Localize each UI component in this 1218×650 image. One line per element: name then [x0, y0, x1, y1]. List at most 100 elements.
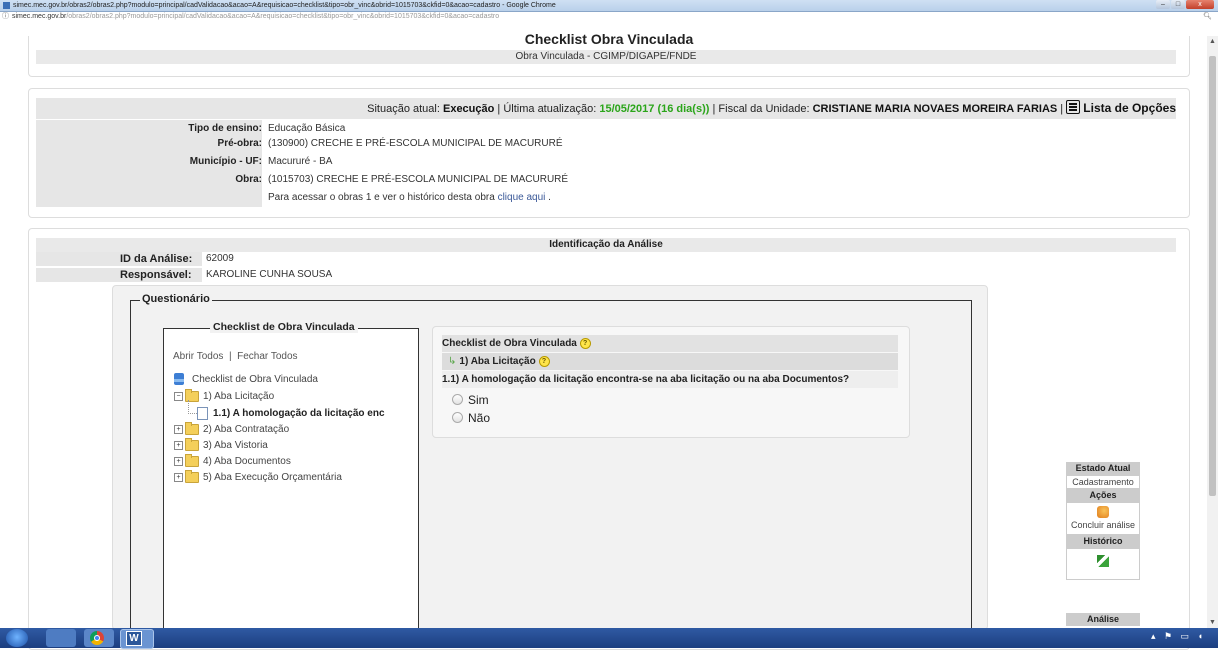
system-tray[interactable]: ▴ ⚑ ▭ ◖ — [1151, 631, 1206, 642]
chrome-icon — [90, 631, 104, 645]
radio-label: Não — [468, 411, 491, 425]
tree-item-label: 3) Aba Vistoria — [203, 440, 268, 451]
expand-icon[interactable]: + — [174, 424, 183, 434]
question-header: Checklist de Obra Vinculada ? — [442, 335, 898, 352]
analise-id-label: ID da Análise: — [36, 252, 202, 266]
folder-icon — [185, 453, 199, 467]
historico-text: Para acessar o obras 1 e ver o histórico… — [268, 192, 551, 203]
tree-item-aba-vistoria[interactable]: +3) Aba Vistoria — [174, 437, 268, 453]
pre-obra-link[interactable]: (130900) CRECHE E PRÉ-ESCOLA MUNICIPAL D… — [268, 135, 563, 153]
checklist-legend: Checklist de Obra Vinculada — [210, 321, 358, 333]
historico-link[interactable]: clique aqui — [498, 192, 546, 203]
radio-option-nao[interactable]: Não — [452, 410, 490, 426]
radio-button[interactable] — [452, 394, 463, 405]
start-button[interactable] — [6, 629, 28, 647]
page-title: Checklist Obra Vinculada — [524, 31, 694, 47]
municipio-value: Macururé - BA — [268, 156, 333, 167]
question-section: ↳ 1) Aba Licitação ? — [442, 353, 898, 370]
analise-id-row: ID da Análise: 62009 — [36, 252, 1176, 266]
info-row-historico: Para acessar o obras 1 e ver o histórico… — [36, 189, 1176, 207]
responsavel-label: Responsável: — [36, 268, 202, 282]
questionario-legend: Questionário — [140, 293, 212, 305]
obra-value: (1015703) CRECHE E PRÉ-ESCOLA MUNICIPAL … — [268, 174, 569, 185]
abrir-todos-link[interactable]: Abrir Todos — [173, 351, 223, 362]
taskbar: W ▴ ⚑ ▭ ◖ — [0, 628, 1218, 649]
window-title: simec.mec.gov.br/obras2/obras2.php?modul… — [13, 2, 556, 9]
acoes-header: Ações — [1066, 489, 1140, 502]
analise-side-header: Análise — [1066, 613, 1140, 626]
word-icon: W — [126, 631, 142, 646]
tree-item-aba-contratacao[interactable]: +2) Aba Contratação — [174, 421, 290, 437]
question-text: 1.1) A homologação da licitação encontra… — [442, 371, 898, 388]
tree-controls: Abrir Todos | Fechar Todos — [173, 351, 298, 362]
radio-button[interactable] — [452, 412, 463, 423]
collapse-icon[interactable]: − — [174, 391, 183, 401]
analise-responsavel-row: Responsável: KAROLINE CUNHA SOUSA — [36, 268, 1176, 282]
url-host: simec.mec.gov.br — [12, 13, 67, 20]
folder-icon — [185, 437, 199, 451]
history-icon — [1097, 555, 1109, 567]
atualizacao-value: 15/05/2017 (16 dia(s)) — [599, 103, 710, 115]
fechar-todos-link[interactable]: Fechar Todos — [237, 351, 297, 362]
tree-item-label: 2) Aba Contratação — [203, 424, 290, 435]
radio-label: Sim — [468, 393, 489, 407]
info-icon[interactable]: ⓘ — [2, 13, 9, 20]
scroll-down-icon[interactable]: ▼ — [1207, 617, 1218, 628]
pre-obra-label: Pré-obra: — [36, 135, 262, 153]
thumbs-up-icon — [1097, 506, 1109, 518]
concluir-analise-button[interactable]: Concluir análise — [1066, 502, 1140, 535]
scroll-up-icon[interactable]: ▲ — [1207, 36, 1218, 47]
tree-item-label: 4) Aba Documentos — [203, 456, 291, 467]
expand-icon[interactable]: + — [174, 472, 183, 482]
expand-icon[interactable]: + — [174, 456, 183, 466]
estado-value: Cadastramento — [1066, 475, 1140, 489]
tree-root-label: Checklist de Obra Vinculada — [192, 374, 318, 385]
taskbar-app-explorer[interactable] — [46, 629, 76, 647]
tree-connector — [188, 400, 197, 414]
atualizacao-label: Última atualização: — [503, 103, 597, 115]
list-icon[interactable] — [1066, 100, 1081, 114]
close-button[interactable]: x — [1186, 0, 1214, 9]
historico-text-content: Para acessar o obras 1 e ver o histórico… — [268, 192, 498, 203]
historico-header: Histórico — [1066, 535, 1140, 548]
analise-id-value: 62009 — [206, 253, 234, 264]
help-icon[interactable]: ? — [538, 356, 550, 367]
url-path: /obras2/obras2.php?modulo=principal/cadV… — [66, 13, 500, 20]
window-controls: – □ x — [1155, 0, 1214, 10]
historico-button[interactable] — [1066, 548, 1140, 580]
tree-separator: | — [228, 351, 232, 362]
info-row-municipio: Município - UF: Macururé - BA — [36, 153, 1176, 171]
municipio-label: Município - UF: — [36, 153, 262, 171]
status-bar: Situação atual: Execução | Última atuali… — [36, 98, 1176, 119]
radio-option-sim[interactable]: Sim — [452, 392, 489, 408]
tree-item-aba-documentos[interactable]: +4) Aba Documentos — [174, 453, 291, 469]
arrow-icon: ↳ — [448, 356, 457, 367]
info-row-pre-obra: Pré-obra: (130900) CRECHE E PRÉ-ESCOLA M… — [36, 135, 1176, 153]
tree-item-question-1-1[interactable]: 1.1) A homologação da licitação enc — [197, 406, 385, 421]
zoom-icon[interactable]: 🔍︎ — [1203, 12, 1212, 22]
responsavel-value: KAROLINE CUNHA SOUSA — [206, 269, 333, 280]
lista-opcoes-link[interactable]: Lista de Opções — [1083, 101, 1176, 115]
page-subtitle: Obra Vinculada - CGIMP/DIGAPE/FNDE — [36, 50, 1176, 64]
estado-atual-header: Estado Atual — [1066, 462, 1140, 475]
tree-item-label: 1) Aba Licitação — [203, 391, 275, 402]
tree-item-label: 5) Aba Execução Orçamentária — [203, 472, 342, 483]
address-bar[interactable]: ⓘ simec.mec.gov.br/obras2/obras2.php?modu… — [0, 12, 1218, 22]
folder-icon — [185, 469, 199, 483]
situacao-value: Execução — [442, 103, 495, 115]
help-icon[interactable]: ? — [579, 338, 591, 349]
maximize-button[interactable]: □ — [1171, 0, 1185, 9]
fiscal-value: CRISTIANE MARIA NOVAES MOREIRA FARIAS — [812, 103, 1058, 115]
expand-icon[interactable]: + — [174, 440, 183, 450]
tree-item-aba-execucao[interactable]: +5) Aba Execução Orçamentária — [174, 469, 342, 485]
historico-row-label — [36, 189, 262, 207]
favicon-icon — [3, 2, 10, 9]
minimize-button[interactable]: – — [1156, 0, 1170, 9]
question-section-label: 1) Aba Licitação — [459, 356, 536, 367]
scroll-thumb[interactable] — [1209, 56, 1216, 496]
situacao-label: Situação atual: — [367, 103, 440, 115]
tree-root[interactable]: Checklist de Obra Vinculada — [174, 372, 318, 387]
tree-child-label: 1.1) A homologação da licitação enc — [213, 408, 385, 419]
page-scrollbar[interactable]: ▲ ▼ — [1207, 36, 1218, 628]
obra-label: Obra: — [36, 171, 262, 189]
